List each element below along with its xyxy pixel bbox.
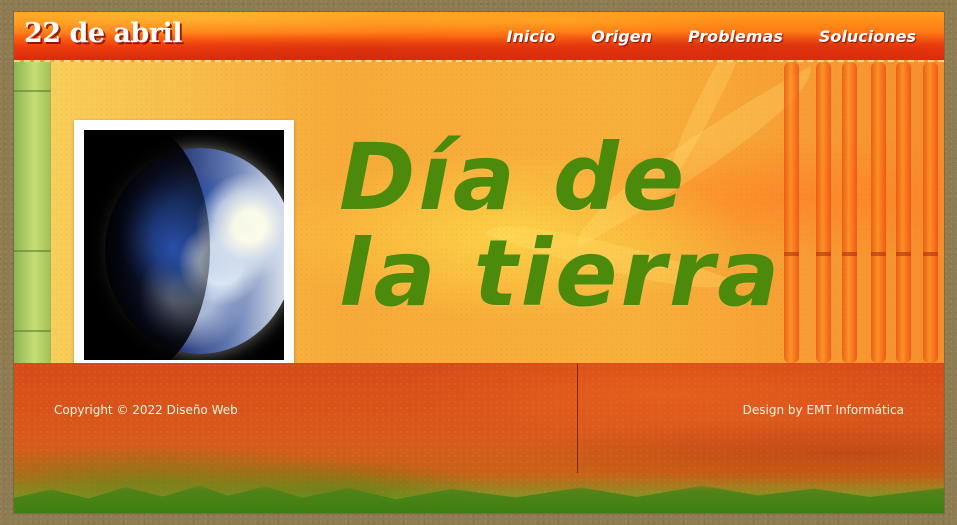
hero-banner: Día de la tierra <box>14 62 944 363</box>
hero-title: Día de la tierra <box>339 130 809 322</box>
bamboo-right-decoration <box>816 62 831 363</box>
footer-divider <box>577 363 578 473</box>
site-footer: Copyright © 2022 Diseño Web Design by EM… <box>14 363 944 513</box>
footer-copyright: Copyright © 2022 Diseño Web <box>54 403 238 417</box>
bamboo-left-decoration <box>14 62 51 363</box>
earth-shadow <box>84 130 210 360</box>
bamboo-right-decoration <box>923 62 938 363</box>
main-navigation: Inicio Origen Problemas Soluciones <box>507 27 917 46</box>
hero-title-line-1: Día de <box>339 124 688 231</box>
bamboo-right-decoration <box>842 62 857 363</box>
hero-title-line-2: la tierra <box>339 220 783 327</box>
page-frame: 22 de abril Inicio Origen Problemas Solu… <box>14 12 944 513</box>
nav-link-origen[interactable]: Origen <box>591 27 652 46</box>
footer-design-credit: Design by EMT Informática <box>742 403 904 417</box>
site-header: 22 de abril Inicio Origen Problemas Solu… <box>14 12 944 62</box>
nav-link-soluciones[interactable]: Soluciones <box>819 27 916 46</box>
earth-photo <box>84 130 284 360</box>
nav-link-inicio[interactable]: Inicio <box>507 27 556 46</box>
grass-decoration <box>14 485 944 513</box>
nav-link-problemas[interactable]: Problemas <box>688 27 783 46</box>
bamboo-right-decoration <box>896 62 911 363</box>
bamboo-right-decoration <box>871 62 886 363</box>
earth-photo-frame <box>74 120 294 363</box>
site-title: 22 de abril <box>24 18 183 49</box>
